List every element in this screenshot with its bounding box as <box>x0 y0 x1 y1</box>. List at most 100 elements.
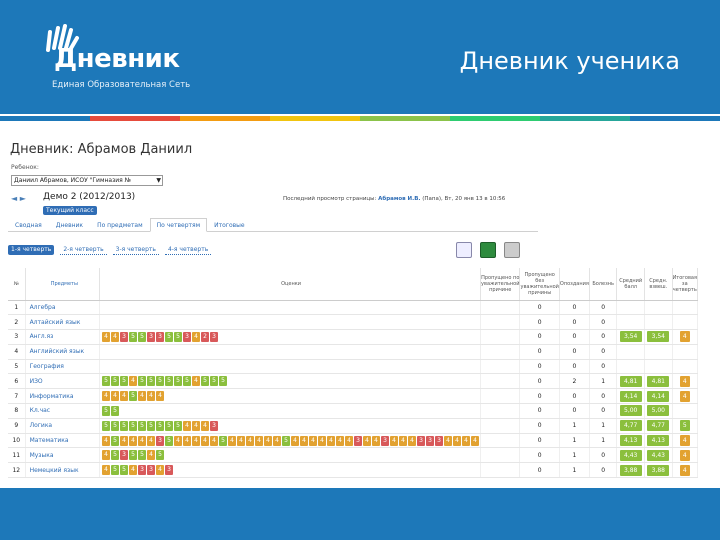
grade-mark[interactable]: 4 <box>327 435 336 446</box>
grade-mark[interactable]: 5 <box>174 331 183 342</box>
grade-mark[interactable]: 4 <box>120 435 129 446</box>
grade-mark[interactable]: 4 <box>156 391 165 402</box>
grade-mark[interactable]: 5 <box>165 331 174 342</box>
grade-mark[interactable]: 4 <box>228 435 237 446</box>
grade-mark[interactable]: 4 <box>111 331 120 342</box>
grade-mark[interactable]: 4 <box>102 435 111 446</box>
grade-mark[interactable]: 5 <box>201 376 210 387</box>
class-badge[interactable]: Текущий класс <box>43 206 97 215</box>
grade-mark[interactable]: 5 <box>156 420 165 431</box>
grade-mark[interactable]: 2 <box>201 331 210 342</box>
grade-mark[interactable]: 4 <box>129 435 138 446</box>
grade-mark[interactable]: 3 <box>417 435 426 446</box>
grade-mark[interactable]: 4 <box>318 435 327 446</box>
tab-3[interactable]: По четвертям <box>149 218 208 232</box>
subject-link[interactable]: Информатика <box>25 388 101 405</box>
grade-mark[interactable]: 3 <box>210 331 219 342</box>
grade-mark[interactable]: 5 <box>165 435 174 446</box>
quarter-tab-0[interactable]: 1-я четверть <box>8 245 55 255</box>
grade-mark[interactable]: 5 <box>165 376 174 387</box>
grade-mark[interactable]: 4 <box>210 435 219 446</box>
grade-mark[interactable]: 4 <box>156 465 165 476</box>
last-view-user-link[interactable]: Абрамов И.В. <box>378 196 420 202</box>
grade-mark[interactable]: 5 <box>111 420 120 431</box>
subject-link[interactable]: Англ.яз <box>25 329 101 345</box>
grade-mark[interactable]: 3 <box>354 435 363 446</box>
subject-link[interactable]: ИЗО <box>25 373 101 390</box>
grade-mark[interactable]: 4 <box>345 435 354 446</box>
grade-mark[interactable]: 5 <box>138 331 147 342</box>
grade-mark[interactable]: 4 <box>129 376 138 387</box>
grade-mark[interactable]: 4 <box>102 450 111 461</box>
grade-mark[interactable]: 4 <box>120 391 129 402</box>
grade-mark[interactable]: 4 <box>138 391 147 402</box>
grade-mark[interactable]: 4 <box>444 435 453 446</box>
grade-mark[interactable]: 5 <box>174 376 183 387</box>
grade-mark[interactable]: 5 <box>138 376 147 387</box>
subject-link[interactable]: Английский язык <box>25 344 101 360</box>
quarter-tab-3[interactable]: 4-я четверть <box>164 245 212 255</box>
grade-mark[interactable]: 5 <box>120 420 129 431</box>
grade-mark[interactable]: 5 <box>111 450 120 461</box>
grade-mark[interactable]: 4 <box>183 420 192 431</box>
grade-mark[interactable]: 5 <box>219 376 228 387</box>
tab-1[interactable]: Дневник <box>49 218 90 232</box>
grade-mark[interactable]: 3 <box>156 331 165 342</box>
grade-mark[interactable]: 4 <box>255 435 264 446</box>
grade-mark[interactable]: 4 <box>147 435 156 446</box>
grade-mark[interactable]: 5 <box>120 465 129 476</box>
subject-link[interactable]: Кл.час <box>25 403 101 419</box>
tab-0[interactable]: Сводная <box>8 218 49 232</box>
tab-4[interactable]: Итоговые <box>207 218 251 232</box>
grade-mark[interactable]: 3 <box>426 435 435 446</box>
grade-mark[interactable]: 3 <box>183 331 192 342</box>
subject-link[interactable]: Алгебра <box>25 300 101 316</box>
grade-mark[interactable]: 5 <box>120 376 129 387</box>
tab-2[interactable]: По предметам <box>90 218 150 232</box>
grade-mark[interactable]: 5 <box>129 420 138 431</box>
grade-mark[interactable]: 5 <box>129 450 138 461</box>
grade-mark[interactable]: 5 <box>147 376 156 387</box>
excel-icon[interactable] <box>480 242 496 258</box>
grade-mark[interactable]: 4 <box>363 435 372 446</box>
grade-mark[interactable]: 4 <box>147 391 156 402</box>
grade-mark[interactable]: 5 <box>102 405 111 416</box>
grade-mark[interactable]: 3 <box>156 435 165 446</box>
grade-mark[interactable]: 5 <box>147 420 156 431</box>
grade-mark[interactable]: 4 <box>399 435 408 446</box>
period-nav-arrows[interactable]: ◄ ► <box>11 194 26 203</box>
grade-mark[interactable]: 5 <box>111 465 120 476</box>
grade-mark[interactable]: 3 <box>120 331 129 342</box>
grade-mark[interactable]: 4 <box>264 435 273 446</box>
grade-mark[interactable]: 5 <box>183 376 192 387</box>
grade-mark[interactable]: 4 <box>471 435 480 446</box>
grade-mark[interactable]: 4 <box>183 435 192 446</box>
grade-mark[interactable]: 3 <box>210 420 219 431</box>
grade-mark[interactable]: 4 <box>102 391 111 402</box>
grade-mark[interactable]: 5 <box>210 376 219 387</box>
grade-mark[interactable]: 4 <box>192 331 201 342</box>
grade-mark[interactable]: 5 <box>282 435 291 446</box>
grade-mark[interactable]: 4 <box>147 450 156 461</box>
grade-mark[interactable]: 4 <box>201 420 210 431</box>
chart-icon[interactable] <box>456 242 472 258</box>
grade-mark[interactable]: 3 <box>381 435 390 446</box>
grade-mark[interactable]: 4 <box>192 420 201 431</box>
grade-mark[interactable]: 4 <box>273 435 282 446</box>
subject-link[interactable]: Алтайский язык <box>25 314 101 331</box>
grade-mark[interactable]: 5 <box>111 405 120 416</box>
grade-mark[interactable]: 4 <box>102 331 111 342</box>
grade-mark[interactable]: 5 <box>138 450 147 461</box>
grade-mark[interactable]: 4 <box>291 435 300 446</box>
grade-mark[interactable]: 4 <box>246 435 255 446</box>
grade-mark[interactable]: 5 <box>111 435 120 446</box>
subject-link[interactable]: Музыка <box>25 447 101 464</box>
subject-link[interactable]: Логика <box>25 418 101 434</box>
grade-mark[interactable]: 5 <box>102 376 111 387</box>
grade-mark[interactable]: 3 <box>147 465 156 476</box>
grade-mark[interactable]: 4 <box>336 435 345 446</box>
grade-mark[interactable]: 4 <box>192 435 201 446</box>
grade-mark[interactable]: 4 <box>453 435 462 446</box>
grade-mark[interactable]: 4 <box>372 435 381 446</box>
grade-mark[interactable]: 4 <box>462 435 471 446</box>
